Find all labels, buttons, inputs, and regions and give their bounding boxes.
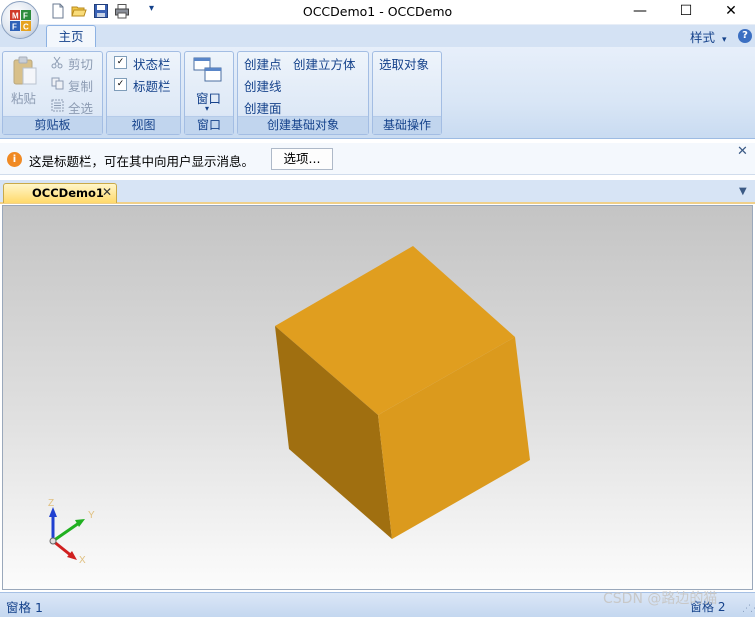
y-axis-line bbox=[52, 521, 80, 543]
paste-icon bbox=[13, 56, 37, 85]
document-tab[interactable]: OCCDemo1 ✕ bbox=[3, 183, 117, 203]
resize-grip[interactable]: ⋰⋰ bbox=[742, 604, 755, 614]
3d-viewport[interactable]: Z Y X bbox=[2, 205, 753, 590]
info-icon: i bbox=[7, 152, 22, 167]
group-window-label: 窗口 bbox=[185, 116, 233, 134]
help-icon[interactable]: ? bbox=[738, 29, 752, 43]
cut-icon bbox=[51, 56, 63, 69]
style-menu-label: 样式 bbox=[690, 30, 716, 45]
cut-button[interactable]: 剪切 bbox=[68, 54, 93, 73]
options-button[interactable]: 选项... bbox=[271, 148, 333, 170]
tab-home[interactable]: 主页 bbox=[46, 25, 96, 48]
svg-text:C: C bbox=[23, 23, 29, 32]
captionbar-label[interactable]: 标题栏 bbox=[133, 76, 171, 95]
tab-list-dropdown-icon[interactable]: ▼ bbox=[739, 186, 747, 197]
create-line-button[interactable]: 创建线 bbox=[244, 76, 282, 95]
status-pane-1: 窗格 1 bbox=[6, 600, 43, 615]
app-logo-icon: M F F C bbox=[10, 10, 31, 31]
axis-origin bbox=[49, 537, 57, 545]
captionbar-checkbox[interactable]: ✓ bbox=[114, 78, 127, 91]
close-tab-icon[interactable]: ✕ bbox=[102, 185, 112, 199]
message-close-icon[interactable]: ✕ bbox=[737, 144, 748, 159]
window-dropdown-icon[interactable]: ▾ bbox=[205, 104, 209, 113]
statusbar-checkbox[interactable]: ✓ bbox=[114, 56, 127, 69]
create-box-button[interactable]: 创建立方体 bbox=[293, 54, 356, 73]
statusbar-label[interactable]: 状态栏 bbox=[133, 54, 171, 73]
minimize-button[interactable]: — bbox=[630, 2, 650, 20]
watermark: CSDN @路边的猫 bbox=[603, 591, 718, 607]
create-point-button[interactable]: 创建点 bbox=[244, 54, 282, 73]
group-clipboard-label: 剪贴板 bbox=[3, 116, 102, 134]
ribbon-tab-strip bbox=[0, 24, 755, 49]
select-object-button[interactable]: 选取对象 bbox=[379, 54, 429, 73]
group-view-label: 视图 bbox=[107, 116, 180, 134]
create-face-button[interactable]: 创建面 bbox=[244, 98, 282, 117]
select-all-button[interactable]: 全选 bbox=[68, 98, 93, 117]
svg-text:F: F bbox=[23, 12, 28, 21]
copy-icon bbox=[51, 77, 64, 90]
svg-text:F: F bbox=[12, 23, 17, 32]
group-basic-ops-label: 基础操作 bbox=[373, 116, 441, 134]
group-create-label: 创建基础对象 bbox=[238, 116, 368, 134]
paste-button[interactable]: 粘贴 bbox=[11, 88, 36, 107]
window-icon bbox=[193, 57, 222, 82]
maximize-button[interactable]: ☐ bbox=[676, 2, 696, 20]
application-button[interactable]: M F F C bbox=[1, 1, 39, 39]
close-button[interactable]: ✕ bbox=[721, 2, 741, 20]
axis-label-x: X bbox=[79, 555, 86, 566]
select-all-icon bbox=[51, 99, 64, 112]
viewport-scene: Z Y X bbox=[48, 246, 530, 566]
chevron-down-icon: ▾ bbox=[722, 35, 727, 45]
svg-text:M: M bbox=[12, 12, 19, 21]
axis-label-z: Z bbox=[48, 498, 54, 509]
message-text: 这是标题栏，可在其中向用户显示消息。 bbox=[29, 154, 255, 169]
copy-button[interactable]: 复制 bbox=[68, 76, 93, 95]
style-menu[interactable]: 样式 ▾ bbox=[690, 27, 727, 46]
document-tab-label: OCCDemo1 bbox=[32, 186, 104, 200]
axis-label-y: Y bbox=[88, 510, 95, 521]
